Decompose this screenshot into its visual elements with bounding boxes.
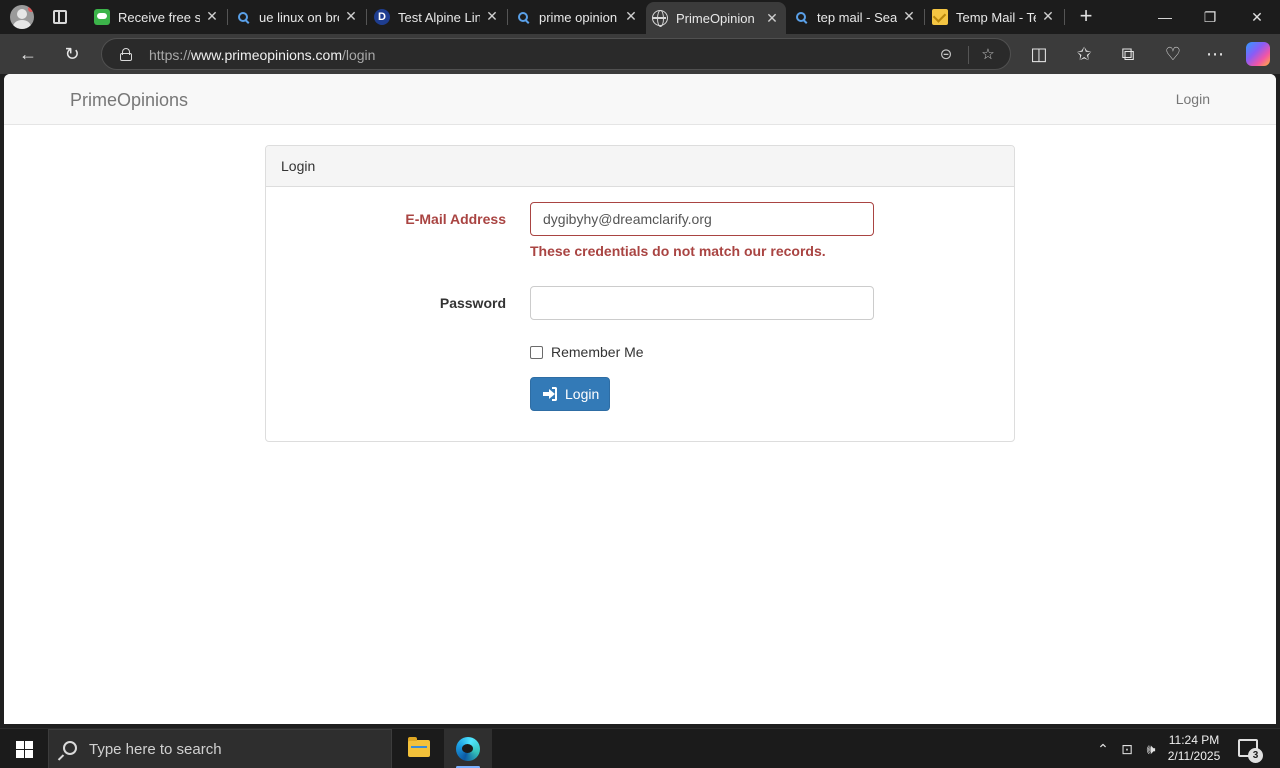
- back-arrow-icon[interactable]: ←: [18, 44, 38, 64]
- more-actions-circle-icon[interactable]: ⊝: [937, 46, 955, 64]
- copilot-icon[interactable]: [1246, 42, 1270, 66]
- panel-heading: Login: [266, 146, 1014, 187]
- browser-essentials-icon[interactable]: ♡: [1163, 44, 1183, 64]
- notification-center-icon[interactable]: 3: [1238, 739, 1263, 763]
- profile-avatar-icon[interactable]: [10, 5, 34, 29]
- login-button[interactable]: Login: [530, 377, 610, 411]
- close-icon[interactable]: ✕: [623, 8, 639, 24]
- password-label: Password: [439, 295, 506, 311]
- tab-title: ue linux on browser: [259, 10, 339, 25]
- search-icon: [515, 9, 531, 25]
- globe-icon: [652, 10, 668, 27]
- tab-title: Temp Mail - Temporary: [956, 10, 1036, 25]
- page-viewport: PrimeOpinions Login Login E-Mail Address…: [4, 74, 1276, 724]
- tab-primeopinion[interactable]: PrimeOpinion ✕: [646, 2, 786, 34]
- tab-separator: [507, 9, 508, 25]
- d-logo-icon: D: [374, 9, 390, 25]
- new-tab-plus-icon[interactable]: +: [1076, 5, 1096, 27]
- tab-linux-search[interactable]: ue linux on browser ✕: [229, 4, 365, 30]
- taskbar-search-placeholder: Type here to search: [89, 741, 222, 758]
- minimize-icon[interactable]: —: [1155, 7, 1175, 27]
- tab-title: Test Alpine Linux: [398, 10, 480, 25]
- sign-in-icon: [543, 387, 557, 401]
- login-button-label: Login: [565, 386, 600, 402]
- split-screen-icon[interactable]: ◫: [1029, 44, 1049, 64]
- windows-start-icon[interactable]: [16, 741, 33, 758]
- login-panel: Login E-Mail Address These credentials d…: [265, 145, 1015, 442]
- address-bar[interactable]: https://www.primeopinions.com/login ⊝ ☆: [101, 38, 1011, 70]
- close-icon[interactable]: ✕: [204, 8, 220, 24]
- nav-login-link[interactable]: Login: [1176, 91, 1210, 107]
- tab-receive-free-sms[interactable]: Receive free sms ✕: [88, 4, 226, 30]
- tab-title: PrimeOpinion: [676, 11, 755, 26]
- network-icon[interactable]: ⊡: [1118, 739, 1136, 759]
- settings-more-icon[interactable]: ⋯: [1205, 44, 1225, 64]
- remember-me-checkbox[interactable]: [530, 346, 543, 359]
- chevron-up-icon[interactable]: ⌃: [1094, 739, 1112, 759]
- clock-date: 2/11/2025: [1167, 749, 1221, 763]
- search-icon: [63, 741, 77, 755]
- folder-icon: [408, 737, 430, 757]
- url-text[interactable]: https://www.primeopinions.com/login: [149, 47, 375, 63]
- refresh-icon[interactable]: ↻: [62, 44, 82, 64]
- tab-separator: [366, 9, 367, 25]
- remember-me-label[interactable]: Remember Me: [551, 344, 644, 360]
- tab-temp-mail[interactable]: Temp Mail - Temporary ✕: [926, 4, 1062, 30]
- tab-title: prime opinion: [539, 10, 618, 25]
- browser-toolbar: ← ↻ https://www.primeopinions.com/login …: [0, 34, 1280, 74]
- password-input[interactable]: [530, 286, 874, 320]
- tab-separator: [1064, 9, 1065, 25]
- tab-prime-opinion-search[interactable]: prime opinion ✕: [509, 4, 645, 30]
- site-brand-link[interactable]: PrimeOpinions: [70, 90, 188, 111]
- tab-temp-mail-search[interactable]: tep mail - Search ✕: [787, 4, 923, 30]
- tab-strip: Receive free sms ✕ ue linux on browser ✕…: [0, 0, 1280, 34]
- close-icon[interactable]: ✕: [484, 8, 500, 24]
- tab-actions-icon[interactable]: [50, 7, 70, 27]
- close-icon[interactable]: ✕: [1040, 8, 1056, 24]
- edge-taskbar-button[interactable]: [444, 729, 492, 768]
- tab-title: Receive free sms: [118, 10, 200, 25]
- close-icon[interactable]: ✕: [901, 8, 917, 24]
- tab-test-alpine[interactable]: D Test Alpine Linux ✕: [368, 4, 506, 30]
- mail-icon: [932, 9, 948, 25]
- taskbar-search-box[interactable]: Type here to search: [48, 729, 392, 768]
- notification-count-badge: 3: [1248, 748, 1263, 763]
- email-error-message: These credentials do not match our recor…: [530, 243, 826, 259]
- search-icon: [235, 9, 251, 25]
- site-navbar: PrimeOpinions Login: [4, 74, 1276, 125]
- system-clock[interactable]: 11:24 PM 2/11/2025: [1160, 732, 1228, 764]
- email-input[interactable]: [530, 202, 874, 236]
- collections-icon[interactable]: ⧉: [1118, 44, 1138, 64]
- close-icon[interactable]: ✕: [343, 8, 359, 24]
- message-icon: [94, 9, 110, 25]
- search-icon: [793, 9, 809, 25]
- window-close-icon[interactable]: ✕: [1247, 7, 1267, 27]
- address-divider: [968, 46, 969, 64]
- close-icon[interactable]: ✕: [764, 10, 780, 26]
- email-label: E-Mail Address: [405, 211, 506, 227]
- tab-title: tep mail - Search: [817, 10, 897, 25]
- lock-icon[interactable]: [120, 48, 132, 61]
- favorite-star-icon[interactable]: ☆: [979, 46, 997, 64]
- file-explorer-taskbar-button[interactable]: [395, 729, 443, 768]
- edge-browser-icon: [456, 737, 480, 761]
- clock-time: 11:24 PM: [1168, 733, 1220, 747]
- restore-icon[interactable]: ❐: [1200, 7, 1220, 27]
- tab-separator: [227, 9, 228, 25]
- favorites-icon[interactable]: ✩: [1074, 44, 1094, 64]
- windows-taskbar: Type here to search ⌃ ⊡ 🕪 11:24 PM 2/11/…: [0, 728, 1280, 768]
- tab-separator: [924, 9, 925, 25]
- panel-title: Login: [281, 158, 316, 174]
- volume-icon[interactable]: 🕪: [1142, 739, 1160, 759]
